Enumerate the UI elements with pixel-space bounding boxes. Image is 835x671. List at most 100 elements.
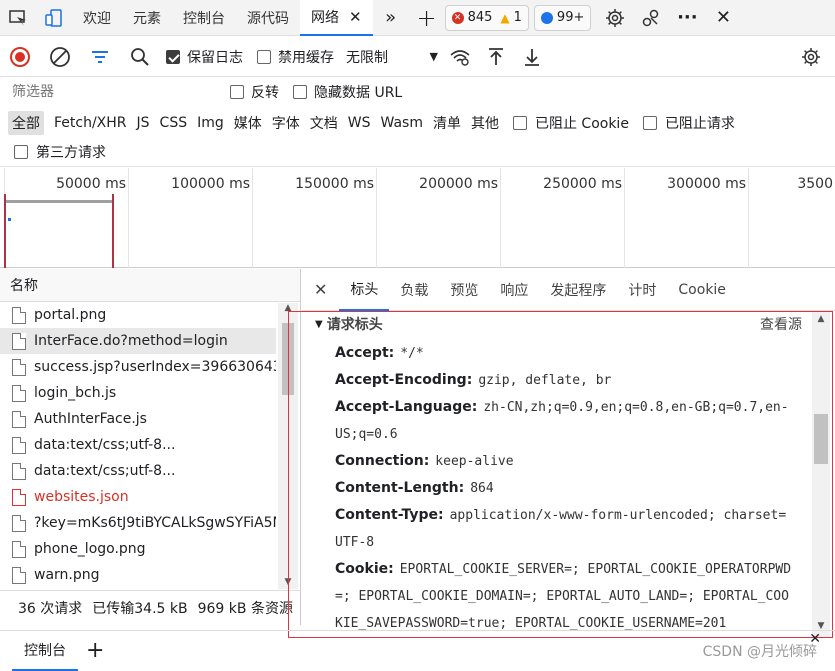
timeline-overview[interactable]: 50000 ms 100000 ms 150000 ms 200000 ms 2… [0, 168, 835, 268]
header-value[interactable]: 864 [470, 481, 493, 496]
timeline-selection-handle[interactable] [112, 194, 114, 268]
timeline-tick: 50000 ms [4, 168, 128, 268]
headers-scrollbar[interactable]: ▲ ▼ [812, 312, 830, 637]
blocked-requests-checkbox[interactable] [642, 115, 657, 130]
header-value[interactable]: EPORTAL_COOKIE_SERVER=; EPORTAL_COOKIE_O… [335, 562, 791, 631]
request-row[interactable]: InterFace.do?method=login [0, 328, 276, 354]
tab-network-label: 网络 [311, 9, 339, 26]
header-row: Accept: */* [289, 340, 832, 367]
network-toolbar: 保留日志 禁用缓存 无限制 ▼ [0, 37, 835, 77]
filter-type-all[interactable]: 全部 [8, 110, 44, 135]
filter-type-manifest[interactable]: 清单 [429, 111, 465, 135]
file-icon [12, 332, 26, 350]
inspect-icon[interactable] [0, 0, 36, 36]
header-value[interactable]: */* [400, 346, 423, 361]
filter-type-doc[interactable]: 文档 [306, 111, 342, 135]
more-tabs-icon[interactable]: » [373, 0, 409, 36]
request-row[interactable]: websites.json [0, 484, 276, 510]
filter-type-ws[interactable]: WS [344, 113, 375, 133]
export-har-icon[interactable] [514, 39, 550, 75]
scrollbar-thumb[interactable] [814, 414, 828, 464]
error-count: 845 [467, 10, 493, 25]
filter-type-wasm[interactable]: Wasm [377, 113, 427, 133]
triangle-down-icon: ▼ [315, 318, 323, 330]
view-source-link[interactable]: 查看源 [760, 314, 802, 334]
close-devtools-icon[interactable]: ✕ [705, 0, 741, 36]
scrollbar-up-icon[interactable]: ▲ [812, 312, 830, 324]
tab-initiator[interactable]: 发起程序 [539, 269, 617, 311]
hide-data-url-label: 隐藏数据 URL [314, 85, 403, 101]
detail-tab-bar: ✕ 标头 负载 预览 响应 发起程序 计时 Cookie [302, 269, 835, 311]
third-party-checkbox[interactable] [14, 145, 28, 159]
request-name: phone_logo.png [34, 541, 146, 557]
request-row[interactable]: ?key=mKs6tJ9tiBYCALkSgwSYFiA5NV [0, 510, 276, 536]
filter-type-fetch-xhr[interactable]: Fetch/XHR [50, 113, 131, 133]
tab-response[interactable]: 响应 [489, 269, 539, 311]
request-row[interactable]: phone_logo.png [0, 536, 276, 562]
filter-type-font[interactable]: 字体 [268, 111, 304, 135]
resources-size: 969 kB 条资源 [197, 600, 293, 617]
request-row[interactable]: AuthInterFace.js [0, 406, 276, 432]
timeline-left-handle[interactable] [4, 194, 6, 268]
tab-welcome[interactable]: 欢迎 [72, 0, 122, 36]
filter-type-media[interactable]: 媒体 [230, 111, 266, 135]
request-headers-title: 请求标头 [326, 317, 383, 333]
drawer-add-tab-icon[interactable]: + [86, 638, 104, 663]
device-toggle-icon[interactable] [36, 0, 72, 36]
filter-type-other[interactable]: 其他 [467, 111, 503, 135]
header-row: Connection: keep-alive [289, 448, 832, 475]
disable-cache-checkbox[interactable] [257, 49, 271, 64]
tab-cookies[interactable]: Cookie [667, 269, 737, 311]
request-name: login_bch.js [34, 385, 117, 401]
close-detail-icon[interactable]: ✕ [302, 269, 339, 311]
request-row[interactable]: warn.png [0, 562, 276, 588]
file-icon [12, 540, 26, 558]
filter-type-img[interactable]: Img [193, 113, 228, 133]
blocked-cookies-checkbox[interactable] [512, 115, 527, 130]
filter-type-js[interactable]: JS [133, 113, 154, 133]
header-value[interactable]: keep-alive [435, 454, 513, 469]
watermark: CSDN @月光倾碎 [702, 644, 817, 660]
request-row[interactable]: login_bch.js [0, 380, 276, 406]
header-key: Content-Length: [335, 480, 465, 496]
request-row[interactable]: data:text/css;utf-8... [0, 458, 276, 484]
tab-preview[interactable]: 预览 [439, 269, 489, 311]
message-badge[interactable]: 99+ [533, 4, 592, 31]
request-headers-toggle[interactable]: ▼ 请求标头 [315, 314, 383, 334]
request-row[interactable]: portal.png [0, 302, 276, 328]
tab-headers[interactable]: 标头 [339, 269, 390, 311]
throttle-select[interactable]: 无限制 ▼ [346, 47, 438, 67]
chevron-down-icon: ▼ [429, 50, 438, 63]
more-options-icon[interactable]: ··· [669, 0, 705, 36]
request-row[interactable]: data:text/css;utf-8... [0, 432, 276, 458]
tab-network[interactable]: 网络 ✕ [300, 0, 373, 36]
add-tab-icon[interactable]: + [409, 0, 445, 36]
close-icon[interactable]: ✕ [349, 8, 362, 26]
filter-icon[interactable] [80, 39, 120, 75]
tab-sources[interactable]: 源代码 [236, 0, 300, 36]
record-icon[interactable] [0, 39, 40, 75]
search-icon[interactable] [120, 39, 160, 75]
invert-checkbox[interactable] [230, 85, 244, 99]
connect-icon[interactable] [633, 0, 669, 36]
tab-console[interactable]: 控制台 [172, 0, 236, 36]
filter-input[interactable] [6, 80, 212, 104]
import-har-icon[interactable] [478, 39, 514, 75]
preserve-log-checkbox[interactable] [166, 49, 180, 64]
settings-icon[interactable] [597, 0, 633, 36]
tab-elements[interactable]: 元素 [122, 0, 172, 36]
error-badge[interactable]: ✕ 845 ▲ 1 [444, 4, 529, 31]
filter-type-css[interactable]: CSS [156, 113, 192, 133]
hide-data-url-checkbox[interactable] [293, 85, 307, 99]
header-value[interactable]: gzip, deflate, br [478, 373, 611, 388]
name-column-header[interactable]: 名称 [0, 269, 300, 302]
drawer-close-icon[interactable]: ✕ [809, 631, 821, 647]
network-conditions-icon[interactable] [442, 39, 478, 75]
timeline-tick: 100000 ms [128, 168, 252, 268]
clear-icon[interactable] [40, 39, 80, 75]
tab-timing[interactable]: 计时 [617, 269, 667, 311]
tab-payload[interactable]: 负载 [389, 269, 439, 311]
drawer-tab-console[interactable]: 控制台 [12, 631, 78, 671]
request-row[interactable]: success.jsp?userIndex=39663064396 [0, 354, 276, 380]
network-settings-icon[interactable] [793, 39, 829, 75]
